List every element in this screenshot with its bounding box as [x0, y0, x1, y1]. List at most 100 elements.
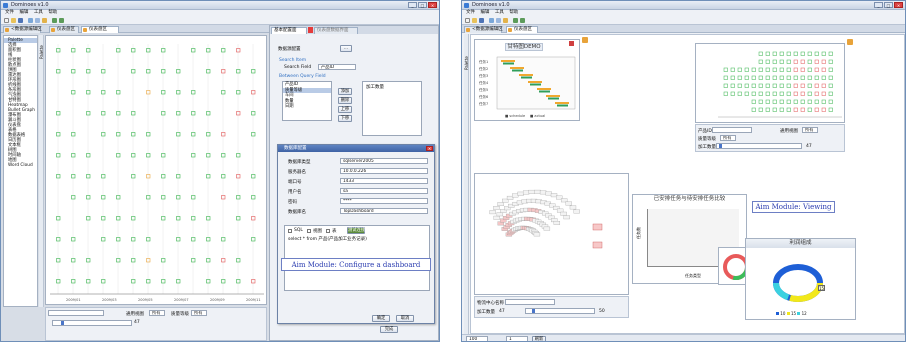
undo-icon[interactable]	[513, 18, 518, 23]
minimize-button[interactable]: _	[874, 2, 883, 8]
redo-icon[interactable]	[59, 18, 64, 23]
menu-edit[interactable]: 编辑	[19, 10, 28, 15]
logistics-select[interactable]	[505, 299, 555, 305]
tab-dashboard-data[interactable]: 仪表盘数据界面	[314, 27, 358, 34]
chart-select[interactable]	[48, 310, 104, 316]
heat-cell	[814, 83, 819, 88]
palette-rail-label: Palette	[39, 45, 44, 59]
view-select[interactable]: 所有	[802, 127, 818, 133]
palette-rail: Palette	[39, 35, 44, 307]
heat-cell	[779, 107, 784, 112]
open-folder-icon[interactable]	[11, 18, 16, 23]
minimize-button[interactable]: _	[408, 2, 417, 8]
close-button[interactable]: ×	[894, 2, 903, 8]
heat-cell	[758, 107, 763, 112]
dialog-close-button[interactable]: ×	[426, 146, 433, 151]
slider-knob[interactable]	[61, 321, 64, 325]
copy-icon[interactable]	[35, 18, 40, 23]
menu-file[interactable]: 文件	[5, 10, 14, 15]
maximize-button[interactable]: □	[884, 2, 893, 8]
tab-dashboard-2[interactable]: 仪表盘区	[81, 26, 119, 33]
new-file-icon[interactable]	[465, 18, 470, 23]
app-logo-icon	[3, 3, 8, 8]
view-radio[interactable]	[307, 229, 311, 233]
datasource-icon	[5, 28, 9, 32]
slider-value: 47	[134, 320, 140, 325]
palette-item[interactable]: Word Cloud	[4, 163, 37, 168]
db-field-input[interactable]: 1433	[340, 178, 428, 184]
db-field-input[interactable]: sa	[340, 188, 428, 194]
move-up-button[interactable]: 上移	[338, 106, 352, 113]
dashboard-icon	[51, 28, 55, 32]
paste-icon[interactable]	[503, 18, 508, 23]
undo-icon[interactable]	[52, 18, 57, 23]
selected-field-list[interactable]: 加工数量	[362, 81, 422, 136]
table-option-label: 表	[332, 229, 337, 234]
logistics-label: 物流中心名称	[477, 301, 504, 306]
new-file-icon[interactable]	[4, 18, 9, 23]
sql-radio[interactable]	[288, 229, 292, 233]
remove-field-button[interactable]: 删除	[338, 97, 352, 104]
slider-knob[interactable]	[532, 309, 535, 313]
count-slider[interactable]	[716, 143, 802, 149]
save-icon[interactable]	[479, 18, 484, 23]
editor-tabs: <数据源编辑区 仪表盘区	[462, 25, 905, 33]
tab-datasource[interactable]: <数据源编辑区	[464, 26, 503, 33]
tab-datasource[interactable]: <数据源编辑区	[3, 26, 42, 33]
type-select[interactable]: 所有	[191, 310, 207, 316]
heat-cell	[821, 51, 826, 56]
move-down-button[interactable]: 下移	[338, 115, 352, 122]
search-item-label: Search Item	[279, 58, 307, 63]
search-field-select[interactable]: 产品ID	[318, 64, 356, 70]
refresh-button[interactable]: 刷新	[532, 336, 546, 341]
paste-icon[interactable]	[42, 18, 47, 23]
finish-button[interactable]: 完成	[380, 326, 398, 333]
menu-edit[interactable]: 编辑	[480, 10, 489, 15]
quality-select[interactable]: 所有	[720, 135, 736, 141]
test-connection-button[interactable]: 测试连接	[347, 227, 365, 234]
menu-tools[interactable]: 工具	[34, 10, 43, 15]
confirm-button[interactable]: 确定	[372, 315, 390, 322]
table-radio[interactable]	[326, 229, 330, 233]
db-field-input[interactable]: TopDashboard	[340, 208, 428, 214]
menu-file[interactable]: 文件	[466, 10, 475, 15]
zoom-select[interactable]: 100	[466, 336, 488, 341]
menu-help[interactable]: 帮助	[509, 10, 518, 15]
viewing-callout: Aim Module: Viewing	[752, 201, 835, 213]
cancel-button[interactable]: 取消	[396, 315, 414, 322]
filter-select[interactable]: 所有	[149, 310, 165, 316]
datasource-browse-button[interactable]: ...	[340, 45, 352, 52]
page-select[interactable]: 1	[506, 336, 528, 341]
cut-icon[interactable]	[28, 18, 33, 23]
open-folder-icon[interactable]	[472, 18, 477, 23]
field-list-item[interactable]: 日期	[283, 104, 331, 110]
slider-knob[interactable]	[719, 144, 722, 148]
db-field-input[interactable]: ****	[340, 198, 428, 204]
heat-cell	[814, 51, 819, 56]
heat-cell	[807, 99, 812, 104]
save-icon[interactable]	[18, 18, 23, 23]
field-list[interactable]: 产品ID 质量等级 车间 数量 日期	[282, 81, 332, 121]
legend-swatch-icon	[786, 312, 790, 315]
maximize-button[interactable]: □	[418, 2, 427, 8]
heat-cell	[765, 67, 770, 72]
copy-icon[interactable]	[496, 18, 501, 23]
db-field-input[interactable]: 10.0.0.226	[340, 168, 428, 174]
redo-icon[interactable]	[520, 18, 525, 23]
add-field-button[interactable]: 添加	[338, 88, 352, 95]
tab-dashboard-1[interactable]: 仪表盘区	[49, 26, 79, 33]
tab-dashboard[interactable]: 仪表盘区	[506, 26, 538, 33]
close-button[interactable]: ×	[428, 2, 437, 8]
menu-tools[interactable]: 工具	[495, 10, 504, 15]
heat-cell	[730, 75, 735, 80]
product-select[interactable]	[712, 127, 752, 133]
tab-basic-config[interactable]: 基本配置面	[271, 27, 307, 34]
db-field-input[interactable]: sqlserver2005	[340, 158, 428, 164]
tab-label: 仪表盘区	[514, 27, 532, 32]
menu-help[interactable]: 帮助	[48, 10, 57, 15]
sql-text[interactable]: select * from 产品(产品加工业务记录)	[288, 236, 367, 242]
cut-icon[interactable]	[489, 18, 494, 23]
radial-slider[interactable]	[525, 308, 595, 314]
heat-cell	[828, 83, 833, 88]
quantity-slider[interactable]	[52, 320, 132, 326]
